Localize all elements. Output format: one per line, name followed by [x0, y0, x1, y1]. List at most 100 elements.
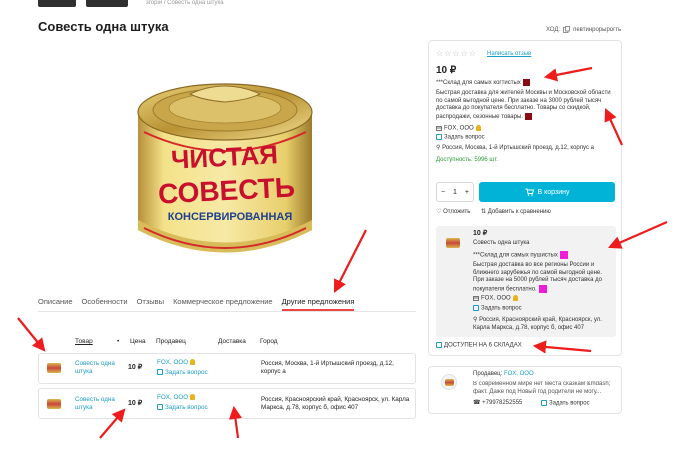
plus-button[interactable]: + — [465, 189, 469, 196]
seller-description: В современном мире нет места сказкам &md… — [473, 381, 611, 395]
offer-delivery-text: Быстрая доставка во все регионы России и… — [473, 262, 609, 294]
buybox-delivery-body: Быстрая доставка для жителей Москвы и Мо… — [436, 90, 611, 120]
row-product-link[interactable]: Совесть одна штука — [75, 396, 125, 412]
row-seller-name[interactable]: FOX, ООО — [157, 359, 188, 366]
seller-name-link[interactable]: FOX, ООО — [504, 371, 534, 377]
seller-badge-icon — [475, 125, 481, 131]
offer-name-link[interactable]: Совесть одна штука — [473, 240, 529, 248]
row-product-link[interactable]: Совесть одна штука — [75, 360, 125, 376]
offer-price: 10 ₽ — [473, 230, 488, 237]
availability-link[interactable]: ДОСТУПЕН НА 6 СКЛАДАХ — [436, 342, 522, 350]
can-line-1: ЧИСТАЯ — [170, 139, 278, 175]
minus-button[interactable]: − — [441, 189, 445, 196]
row-ask-label[interactable]: Задать вопрос — [165, 404, 208, 411]
product-image[interactable]: ЧИСТАЯ СОВЕСТЬ КОНСЕРВИРОВАННАЯ — [130, 70, 320, 260]
shop-icon — [436, 126, 442, 131]
tab-bar: Описание Особенности Отзывы Коммерческое… — [38, 297, 355, 311]
row-ask-label[interactable]: Задать вопрос — [165, 369, 208, 376]
table-row: Совесть одна штука 10 ₽ FOX, ООО Задать … — [38, 388, 416, 419]
tabs-divider — [38, 311, 416, 312]
availability-label[interactable]: ДОСТУПЕН НА 6 СКЛАДАХ — [444, 343, 522, 349]
chat-icon — [436, 134, 442, 140]
heart-icon: ♡ — [436, 209, 442, 215]
buybox-ask[interactable]: Задать вопрос — [436, 134, 485, 142]
seller-ask[interactable]: Задать вопрос — [541, 400, 590, 408]
header-price: Цена — [130, 338, 146, 345]
chat-icon — [157, 404, 163, 411]
buybox-price: 10 ₽ — [436, 65, 457, 76]
offer-seller[interactable]: FOX, ООО — [473, 295, 518, 303]
page-title: Совесть одна штука — [38, 19, 169, 34]
offer-ask-label[interactable]: Задать вопрос — [481, 306, 522, 312]
row-city: Россия, Москва, 1-й Иртышский проезд, д.… — [261, 360, 394, 375]
offer-delivery-body: Быстрая доставка во все регионы России и… — [473, 262, 602, 293]
copy-icon[interactable] — [563, 26, 570, 33]
seller-ask-label[interactable]: Задать вопрос — [549, 401, 590, 407]
buybox-stock: Доступность: 5996 шт. — [436, 157, 498, 163]
seller-badge-icon — [190, 394, 196, 401]
rating-stars[interactable]: ☆☆☆☆☆ — [436, 49, 477, 58]
offer-warehouse: ***Склад для самых пушистых — [473, 251, 568, 260]
quantity-value[interactable]: 1 — [453, 189, 457, 196]
row-seller-name[interactable]: FOX, ООО — [157, 394, 188, 401]
seller-avatar[interactable] — [441, 374, 457, 390]
row-price: 10 ₽ — [128, 400, 143, 407]
buybox-seller[interactable]: FOX, ООО — [436, 125, 481, 133]
breadcrumb[interactable]: згорiи / Совесть одна штука — [146, 0, 224, 6]
defer-label[interactable]: Отложить — [443, 209, 470, 215]
write-review-link[interactable]: Написать отзыв — [487, 51, 531, 57]
seller-phone-number[interactable]: +79978252555 — [482, 400, 522, 406]
location-pin-icon: ⚲ — [436, 145, 441, 151]
defer-link[interactable]: ♡ Отложить — [436, 209, 470, 217]
phone-icon: ☎ — [473, 400, 481, 406]
offer-address-text: Россия, Красноярский край, Красноярск, у… — [473, 317, 602, 331]
top-strip — [0, 0, 689, 8]
row-seller[interactable]: FOX, ООО — [157, 359, 196, 367]
seller-phone[interactable]: ☎ +79978252555 — [473, 400, 522, 408]
delivery-color-swatch — [524, 112, 532, 120]
seller-label-text: Продавец: — [473, 371, 503, 377]
product-code: ХОД: певтинрорырогть — [546, 26, 621, 33]
chat-icon — [157, 369, 163, 376]
warehouse-icon — [436, 342, 442, 348]
tab-description[interactable]: Описание — [38, 297, 73, 311]
arrow-to-product — [17, 317, 46, 352]
top-button-2[interactable] — [86, 0, 128, 7]
seller-badge-icon — [512, 295, 518, 301]
row-ask[interactable]: Задать вопрос — [157, 369, 208, 377]
row-thumbnail[interactable] — [47, 399, 61, 409]
row-ask[interactable]: Задать вопрос — [157, 404, 208, 412]
tab-reviews[interactable]: Отзывы — [137, 297, 164, 311]
compare-link[interactable]: ⇅ Добавить к сравнению — [481, 209, 551, 217]
row-seller[interactable]: FOX, ООО — [157, 394, 196, 402]
buybox-ask-label[interactable]: Задать вопрос — [444, 135, 485, 141]
cart-icon — [525, 188, 534, 196]
buybox-warehouse: ***Склад для самых когтистых — [436, 79, 530, 88]
tab-commercial-offer[interactable]: Коммерческое предложение — [173, 297, 273, 311]
buybox-address-text: Россия, Москва, 1-й Иртышский проезд, д.… — [442, 145, 594, 151]
warehouse-color-swatch — [522, 79, 530, 86]
code-value: певтинрорырогть — [573, 26, 622, 33]
tab-other-offers[interactable]: Другие предложения — [281, 297, 355, 311]
quantity-stepper[interactable]: − 1 + — [436, 182, 474, 202]
header-seller: Продавец — [156, 338, 186, 345]
top-button-1[interactable] — [38, 0, 76, 7]
add-to-cart-button[interactable]: В корзину — [479, 182, 615, 202]
chat-icon — [541, 400, 547, 406]
row-city: Россия, Красноярский край, Красноярск, у… — [261, 396, 410, 411]
tab-features[interactable]: Особенности — [82, 297, 128, 311]
header-product[interactable]: Товар — [75, 338, 93, 345]
row-thumbnail[interactable] — [47, 363, 61, 373]
warehouse-color-swatch — [559, 251, 568, 259]
seller-badge-icon — [190, 359, 196, 366]
code-label: ХОД: — [546, 26, 561, 33]
arrow-to-tab — [334, 229, 367, 293]
offer-ask[interactable]: Задать вопрос — [473, 305, 522, 313]
compare-label[interactable]: Добавить к сравнению — [488, 209, 551, 215]
chat-icon — [473, 305, 479, 311]
buybox-seller-name[interactable]: FOX, ООО — [444, 126, 474, 132]
offer-seller-name[interactable]: FOX, ООО — [481, 296, 511, 302]
buybox-delivery-text: Быстрая доставка для жителей Москвы и Мо… — [436, 90, 616, 121]
offer-thumbnail[interactable] — [446, 238, 460, 248]
header-dot: • — [117, 338, 120, 345]
